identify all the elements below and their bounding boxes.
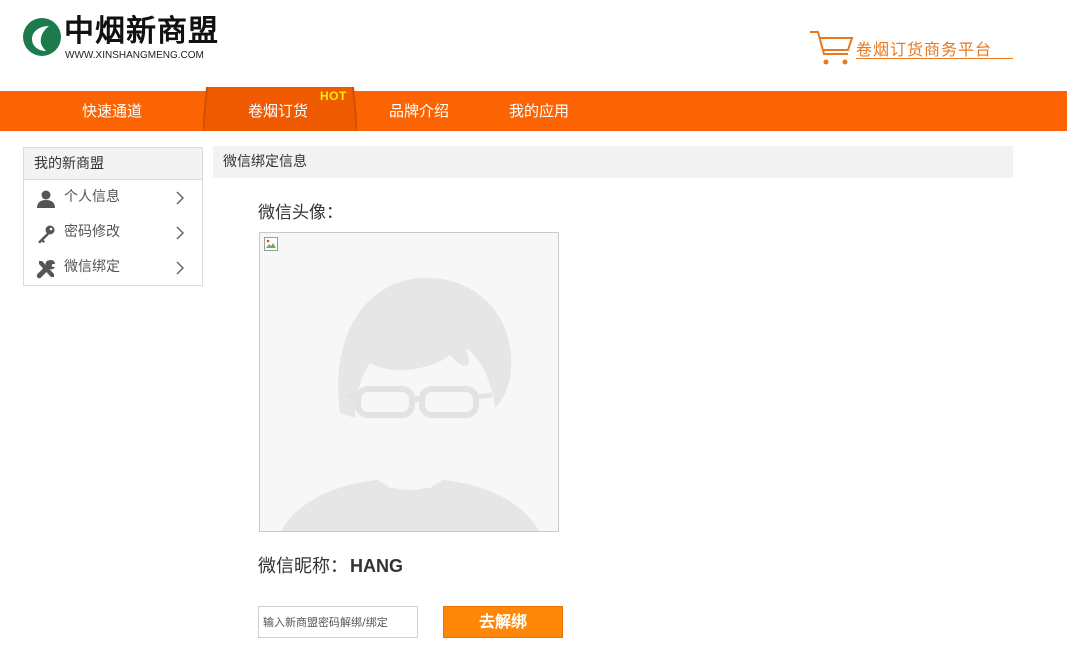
platform-badge[interactable]: 卷烟订货商务平台	[808, 26, 1018, 70]
unbind-button[interactable]: 去解绑	[443, 606, 563, 638]
sidebar-item-label: 个人信息	[64, 189, 120, 205]
nav-item-my-apps[interactable]: 我的应用	[479, 91, 599, 131]
sidebar-item-label: 微信绑定	[64, 259, 120, 275]
section-title: 微信绑定信息	[213, 146, 1013, 178]
default-avatar-icon	[260, 233, 558, 531]
nickname-value: HANG	[350, 556, 403, 576]
user-icon	[37, 190, 55, 208]
sidebar-item-wechat-bind[interactable]: 微信绑定	[24, 250, 202, 285]
chevron-right-icon	[176, 226, 184, 240]
avatar-label: 微信头像：	[258, 203, 343, 223]
site-logo[interactable]: 中烟新商盟 WWW.XINSHANGMENG.COM	[22, 14, 232, 64]
chevron-right-icon	[176, 261, 184, 275]
logo-leaf-icon	[23, 18, 61, 56]
key-icon	[38, 225, 55, 244]
sidebar: 我的新商盟 个人信息 密码修改 微信绑定	[23, 147, 203, 286]
main-nav: 快速通道 卷烟订货 品牌介绍 我的应用	[0, 87, 1067, 131]
nickname-label: 微信昵称：	[258, 556, 348, 577]
site-header: 中烟新商盟 WWW.XINSHANGMENG.COM 卷烟订货商务平台	[0, 0, 1067, 91]
broken-image-icon	[264, 237, 278, 251]
nickname-row: 微信昵称： HANG	[258, 552, 403, 578]
sidebar-item-personal-info[interactable]: 个人信息	[24, 180, 202, 215]
platform-label: 卷烟订货商务平台	[856, 40, 993, 59]
wechat-avatar	[259, 232, 559, 532]
sidebar-title: 我的新商盟	[24, 148, 202, 180]
chevron-right-icon	[176, 191, 184, 205]
nav-item-brand-intro[interactable]: 品牌介绍	[359, 91, 479, 131]
cart-icon	[810, 31, 854, 65]
hot-badge: HOT	[320, 89, 347, 103]
logo-title: 中烟新商盟	[64, 14, 219, 49]
sidebar-item-label: 密码修改	[64, 224, 120, 240]
logo-subtitle: WWW.XINSHANGMENG.COM	[65, 50, 204, 61]
sidebar-item-password[interactable]: 密码修改	[24, 215, 202, 250]
platform-underline	[856, 58, 1013, 59]
password-input[interactable]	[258, 606, 418, 638]
nav-item-quick-access[interactable]: 快速通道	[52, 91, 172, 131]
tools-icon	[36, 260, 55, 279]
